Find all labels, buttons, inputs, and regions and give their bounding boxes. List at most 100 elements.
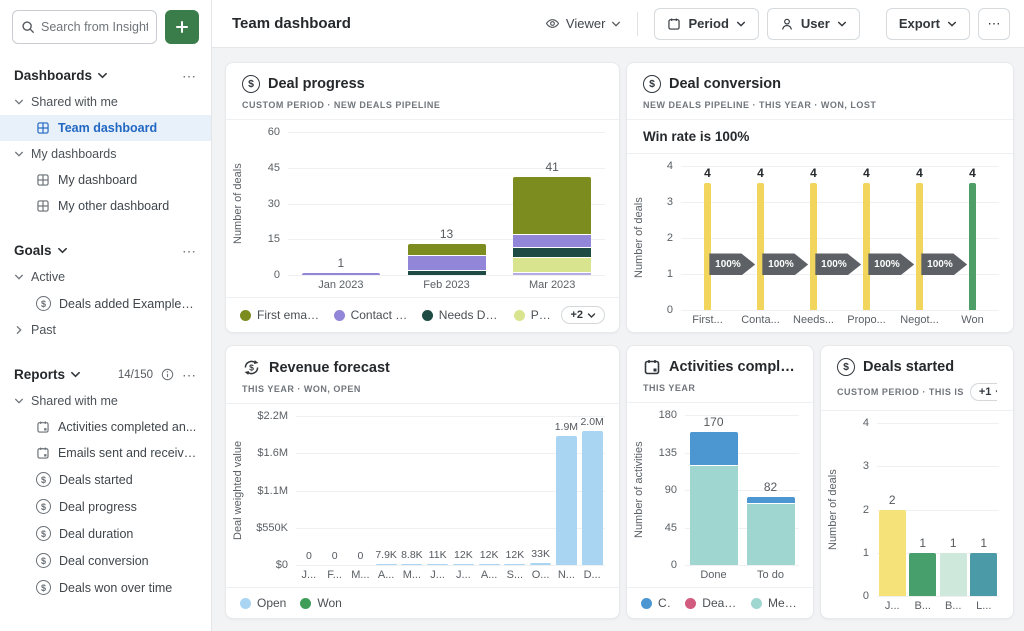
bar-group: 4 bbox=[787, 166, 840, 310]
bar-group: 13 bbox=[394, 132, 500, 275]
x-tick-label: L... bbox=[969, 600, 1000, 612]
reports-header-toggle[interactable]: Reports bbox=[14, 367, 81, 382]
chevron-down-icon bbox=[57, 245, 68, 256]
sidebar-item-deal-duration[interactable]: $ Deal duration bbox=[0, 520, 211, 547]
y-axis-label: Deal weighted value bbox=[230, 416, 246, 565]
card-subtitle: THIS YEAR · WON, OPEN bbox=[242, 384, 603, 394]
bar-segment bbox=[479, 564, 500, 565]
y-axis: 604530150 bbox=[246, 132, 288, 275]
sidebar-item-emails-sent[interactable]: Emails sent and received bbox=[0, 440, 211, 466]
chevron-down-icon bbox=[587, 311, 596, 320]
bar-segment bbox=[530, 563, 551, 565]
period-button[interactable]: Period bbox=[654, 8, 758, 40]
dollar-circle-icon: $ bbox=[36, 526, 51, 541]
legend-label: Needs Defined bbox=[439, 308, 500, 322]
bar-segment bbox=[916, 183, 923, 310]
sidebar-item-team-dashboard[interactable]: Team dashboard bbox=[0, 115, 211, 141]
y-tick-label: 4 bbox=[667, 160, 673, 172]
bar-group: 1 bbox=[908, 423, 939, 596]
gridline bbox=[877, 596, 999, 597]
info-icon[interactable] bbox=[161, 368, 174, 381]
legend-item[interactable]: Deadline bbox=[685, 596, 737, 610]
bar-segment bbox=[970, 553, 997, 596]
bar-segment bbox=[453, 564, 474, 565]
bar bbox=[513, 177, 591, 275]
legend-color-dot bbox=[334, 310, 345, 321]
card-title: Revenue forecast bbox=[269, 360, 390, 376]
bar-value-label: 170 bbox=[703, 415, 723, 429]
goals-header-toggle[interactable]: Goals bbox=[14, 243, 68, 258]
bar-value-label: 4 bbox=[810, 166, 817, 180]
legend-item[interactable]: Open bbox=[240, 596, 286, 610]
sidebar-item-activities-completed[interactable]: Activities completed an... bbox=[0, 414, 211, 440]
sidebar-item-deals-won-over-time[interactable]: $ Deals won over time bbox=[0, 574, 211, 601]
bar-segment bbox=[940, 553, 967, 596]
legend-item[interactable]: Call bbox=[641, 596, 671, 610]
export-button[interactable]: Export bbox=[886, 8, 970, 40]
bar-group: 12K bbox=[476, 416, 502, 565]
x-tick-label: J... bbox=[451, 569, 477, 581]
reports-more-icon[interactable]: ⋯ bbox=[182, 370, 197, 380]
x-tick-label: B... bbox=[938, 600, 969, 612]
filters-overflow-pill[interactable]: +1 bbox=[970, 383, 997, 401]
group-past-goals[interactable]: Past bbox=[0, 317, 211, 343]
group-shared-with-me[interactable]: Shared with me bbox=[0, 89, 211, 115]
search-input[interactable] bbox=[12, 10, 157, 44]
legend-item[interactable]: First email sent bbox=[240, 308, 320, 322]
y-axis: $2.2M$1.6M$1.1M$550K$0 bbox=[246, 416, 296, 565]
sidebar-item-deal-progress[interactable]: $ Deal progress bbox=[0, 493, 211, 520]
y-tick-label: 2 bbox=[863, 504, 869, 516]
group-my-dashboards[interactable]: My dashboards bbox=[0, 141, 211, 167]
search-field[interactable] bbox=[41, 20, 148, 34]
x-tick-label: Done bbox=[685, 569, 742, 581]
legend-item[interactable]: Won bbox=[300, 596, 341, 610]
y-axis: 18013590450 bbox=[647, 415, 685, 565]
bar-group: 1 bbox=[288, 132, 394, 275]
x-tick-label: D... bbox=[579, 569, 605, 581]
goals-more-icon[interactable]: ⋯ bbox=[182, 246, 197, 256]
card-deal-progress: $ Deal progress CUSTOM PERIOD · NEW DEAL… bbox=[225, 62, 620, 333]
group-reports-shared[interactable]: Shared with me bbox=[0, 388, 211, 414]
sidebar-item-my-dashboard[interactable]: My dashboard bbox=[0, 167, 211, 193]
bar-group: 82 bbox=[742, 415, 799, 565]
sidebar-item-my-other-dashboard[interactable]: My other dashboard bbox=[0, 193, 211, 219]
bar-segment bbox=[513, 248, 591, 258]
legend-item[interactable]: Propo bbox=[514, 308, 554, 322]
x-tick-label: O... bbox=[528, 569, 554, 581]
bar-value-label: 4 bbox=[916, 166, 923, 180]
dashboards-header-toggle[interactable]: Dashboards bbox=[14, 68, 108, 83]
x-tick-label: S... bbox=[502, 569, 528, 581]
bars-layer: 2111 bbox=[877, 423, 999, 596]
bar-value-label: 1 bbox=[950, 536, 957, 550]
y-tick-label: 60 bbox=[268, 126, 280, 138]
dashboards-more-icon[interactable]: ⋯ bbox=[182, 71, 197, 81]
revenue-forecast-legend: Open Won bbox=[226, 587, 619, 618]
sidebar-item-deal-conversion[interactable]: $ Deal conversion bbox=[0, 547, 211, 574]
bar-segment bbox=[969, 183, 976, 310]
user-button[interactable]: User bbox=[767, 8, 860, 40]
y-tick-label: 3 bbox=[667, 196, 673, 208]
viewer-dropdown[interactable]: Viewer bbox=[545, 16, 622, 31]
y-tick-label: $0 bbox=[276, 559, 288, 571]
bar-group: 0 bbox=[296, 416, 322, 565]
dollar-circle-icon: $ bbox=[837, 358, 855, 376]
bar bbox=[582, 431, 603, 565]
add-button[interactable] bbox=[165, 10, 199, 44]
dashboard-icon bbox=[36, 173, 50, 187]
legend-item[interactable]: Needs Defined bbox=[422, 308, 500, 322]
bars-layer: 170 82 bbox=[685, 415, 799, 565]
legend-overflow-pill[interactable]: +2 bbox=[561, 306, 605, 324]
more-button[interactable]: ⋯ bbox=[978, 8, 1010, 40]
group-active-goals[interactable]: Active bbox=[0, 264, 211, 290]
group-label: My dashboards bbox=[31, 147, 116, 161]
deal-progress-chart: Number of deals60453015011341Jan 2023Feb… bbox=[226, 120, 619, 297]
reports-section-header: Reports 14/150 ⋯ bbox=[0, 361, 211, 388]
y-tick-label: $1.6M bbox=[257, 447, 288, 459]
legend-item[interactable]: Meeting bbox=[751, 596, 799, 610]
legend-item[interactable]: Contact Made bbox=[334, 308, 408, 322]
bar-segment bbox=[376, 564, 397, 565]
item-label: Activities completed an... bbox=[58, 420, 196, 434]
sidebar-item-deals-started[interactable]: $ Deals started bbox=[0, 466, 211, 493]
sidebar-item-deals-added-goal[interactable]: $ Deals added Example t... bbox=[0, 290, 211, 317]
x-tick-label: J... bbox=[877, 600, 908, 612]
